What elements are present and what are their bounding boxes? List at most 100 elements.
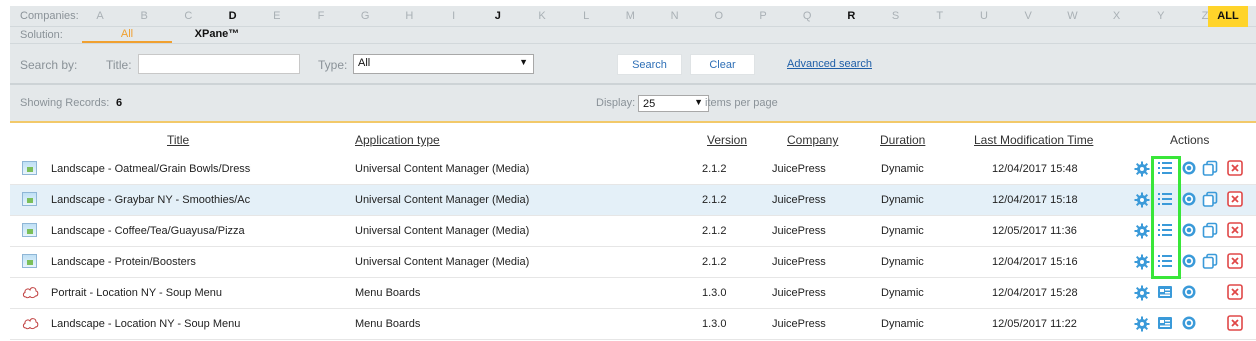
letter-filter-n[interactable]: N <box>665 10 685 22</box>
row-company: JuicePress <box>772 287 826 299</box>
letter-filter-all[interactable]: ALL <box>1208 6 1248 27</box>
table-row[interactable]: Landscape - Coffee/Tea/Guayusa/Pizza Univ… <box>10 216 1256 247</box>
row-version: 1.3.0 <box>702 318 727 330</box>
letter-filter-r[interactable]: R <box>841 10 861 22</box>
letter-filter-g[interactable]: G <box>355 10 375 22</box>
letter-filter-f[interactable]: F <box>311 10 331 22</box>
companies-label: Companies: <box>20 10 79 22</box>
title-search-input[interactable] <box>138 54 300 74</box>
type-label: Type: <box>318 58 348 72</box>
table-row[interactable]: Landscape - Graybar NY - Smoothies/Ac Uni… <box>10 185 1256 216</box>
letter-filter-q[interactable]: Q <box>797 10 817 22</box>
copy-icon[interactable] <box>1202 191 1220 209</box>
row-version: 2.1.2 <box>702 163 727 175</box>
row-duration: Dynamic <box>881 225 924 237</box>
delete-icon[interactable] <box>1227 222 1245 240</box>
table-row[interactable]: Landscape - Protein/Boosters Universal Co… <box>10 247 1256 278</box>
records-bar: Showing Records: 6 Display: 25 ▼ items p… <box>10 83 1256 121</box>
column-application-type[interactable]: Application type <box>355 133 440 147</box>
delete-icon[interactable] <box>1227 191 1245 209</box>
letter-filter-m[interactable]: M <box>620 10 640 22</box>
eye-icon[interactable] <box>1181 160 1199 178</box>
letter-filter-v[interactable]: V <box>1018 10 1038 22</box>
solution-tab-xpane[interactable]: XPane™ <box>182 27 252 43</box>
gear-icon[interactable] <box>1134 223 1152 241</box>
advanced-search-link[interactable]: Advanced search <box>787 58 872 70</box>
cloud-icon <box>22 316 39 330</box>
type-select[interactable]: All ▼ <box>353 54 534 74</box>
table-row[interactable]: Portrait - Location NY - Soup Menu Menu B… <box>10 278 1256 309</box>
list-icon[interactable] <box>1157 160 1175 178</box>
column-title[interactable]: Title <box>167 133 189 147</box>
letter-filter-j[interactable]: J <box>488 10 508 22</box>
letter-filter-w[interactable]: W <box>1062 10 1082 22</box>
card-icon[interactable] <box>1157 315 1175 333</box>
row-title[interactable]: Landscape - Oatmeal/Grain Bowls/Dressi <box>51 163 251 175</box>
table-row[interactable]: Landscape - Location NY - Soup Menu Menu … <box>10 309 1256 340</box>
clear-button[interactable]: Clear <box>690 54 755 75</box>
gear-icon[interactable] <box>1134 316 1152 334</box>
eye-icon[interactable] <box>1181 222 1199 240</box>
column-last-modification-time[interactable]: Last Modification Time <box>974 133 1093 147</box>
letter-filter-p[interactable]: P <box>753 10 773 22</box>
letter-filter-t[interactable]: T <box>930 10 950 22</box>
eye-icon[interactable] <box>1181 191 1199 209</box>
row-actions <box>1134 222 1244 242</box>
per-page-value: 25 <box>643 98 656 110</box>
letter-filter-e[interactable]: E <box>267 10 287 22</box>
gear-icon[interactable] <box>1134 161 1152 179</box>
delete-icon[interactable] <box>1227 315 1245 333</box>
gear-icon[interactable] <box>1134 192 1152 210</box>
row-company: JuicePress <box>772 318 826 330</box>
row-modified: 12/04/2017 15:16 <box>992 256 1078 268</box>
eye-icon[interactable] <box>1181 315 1199 333</box>
column-company[interactable]: Company <box>787 133 838 147</box>
column-duration[interactable]: Duration <box>880 133 925 147</box>
letter-filter-x[interactable]: X <box>1107 10 1127 22</box>
delete-icon[interactable] <box>1227 284 1245 302</box>
eye-icon[interactable] <box>1181 253 1199 271</box>
per-page-select[interactable]: 25 ▼ <box>638 95 709 112</box>
letter-filter-h[interactable]: H <box>399 10 419 22</box>
landscape-image-icon <box>22 192 37 206</box>
letter-filter-o[interactable]: O <box>709 10 729 22</box>
row-actions <box>1134 284 1244 304</box>
showing-records-label: Showing Records: <box>20 97 110 109</box>
delete-icon[interactable] <box>1227 253 1245 271</box>
letter-filter-s[interactable]: S <box>886 10 906 22</box>
delete-icon[interactable] <box>1227 160 1245 178</box>
letter-filter-b[interactable]: B <box>134 10 154 22</box>
row-duration: Dynamic <box>881 318 924 330</box>
letter-filter-i[interactable]: I <box>444 10 464 22</box>
row-title[interactable]: Landscape - Coffee/Tea/Guayusa/Pizza <box>51 225 251 237</box>
letter-filter-y[interactable]: Y <box>1151 10 1171 22</box>
caret-down-icon: ▼ <box>519 57 528 67</box>
letter-filter-d[interactable]: D <box>223 10 243 22</box>
solution-tab-all[interactable]: All <box>82 27 172 43</box>
list-icon[interactable] <box>1157 222 1175 240</box>
list-icon[interactable] <box>1157 253 1175 271</box>
row-title[interactable]: Landscape - Graybar NY - Smoothies/Ac <box>51 194 251 206</box>
letter-filter-a[interactable]: A <box>90 10 110 22</box>
row-title[interactable]: Landscape - Protein/Boosters <box>51 256 251 268</box>
gear-icon[interactable] <box>1134 285 1152 303</box>
search-button[interactable]: Search <box>617 54 682 75</box>
copy-icon[interactable] <box>1202 160 1220 178</box>
row-title[interactable]: Portrait - Location NY - Soup Menu <box>51 287 251 299</box>
column-version[interactable]: Version <box>707 133 747 147</box>
row-company: JuicePress <box>772 225 826 237</box>
card-icon[interactable] <box>1157 284 1175 302</box>
letter-filter-l[interactable]: L <box>576 10 596 22</box>
type-select-value: All <box>358 57 371 69</box>
row-title[interactable]: Landscape - Location NY - Soup Menu <box>51 318 251 330</box>
gear-icon[interactable] <box>1134 254 1152 272</box>
table-row[interactable]: Landscape - Oatmeal/Grain Bowls/Dressi Un… <box>10 154 1256 185</box>
letter-filter-k[interactable]: K <box>532 10 552 22</box>
list-icon[interactable] <box>1157 191 1175 209</box>
landscape-image-icon <box>22 223 37 237</box>
copy-icon[interactable] <box>1202 253 1220 271</box>
letter-filter-u[interactable]: U <box>974 10 994 22</box>
letter-filter-c[interactable]: C <box>178 10 198 22</box>
copy-icon[interactable] <box>1202 222 1220 240</box>
eye-icon[interactable] <box>1181 284 1199 302</box>
